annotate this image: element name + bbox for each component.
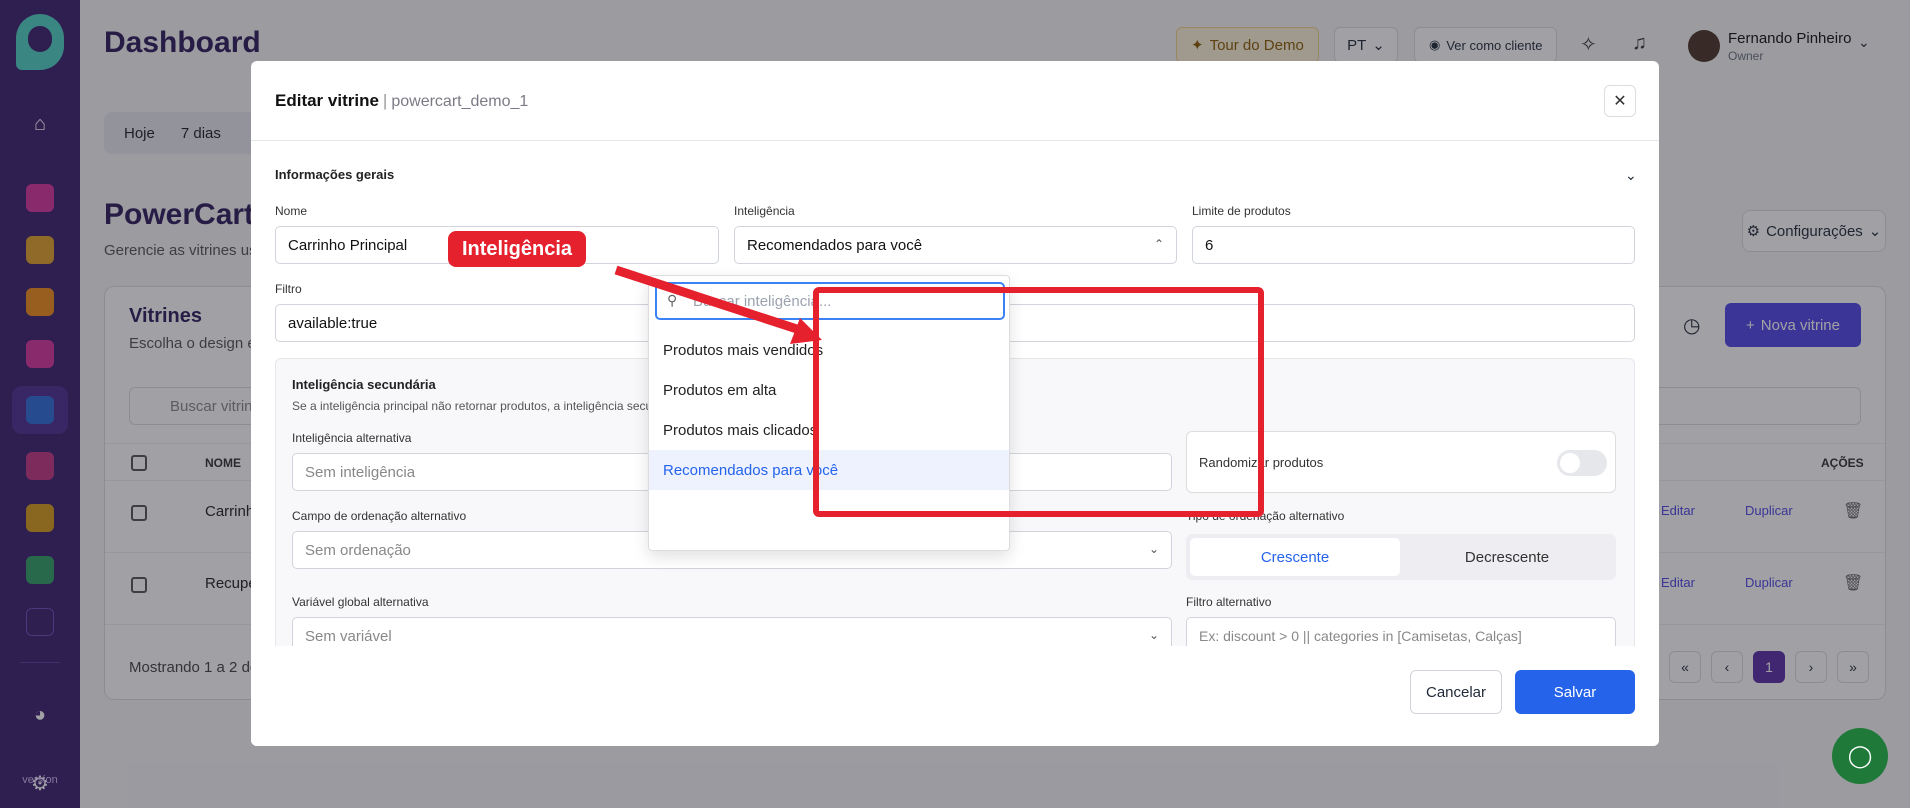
annotation-arrow-icon bbox=[614, 265, 822, 344]
